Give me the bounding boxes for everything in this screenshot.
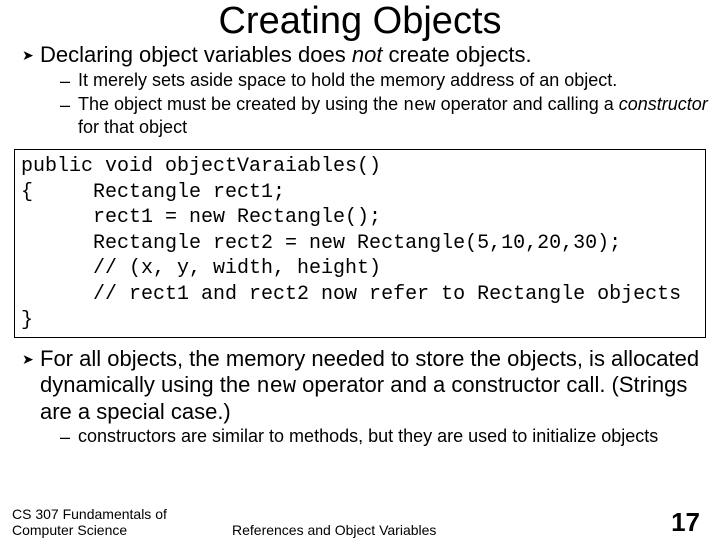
bullet-text: Declaring object variables does not crea… <box>40 42 532 67</box>
bullet-declare: ➤ Declaring object variables does not cr… <box>22 42 708 68</box>
dash-icon: – <box>60 94 78 116</box>
bullet-new-operator: – The object must be created by using th… <box>60 94 708 139</box>
dash-icon: – <box>60 70 78 92</box>
footer-topic: References and Object Variables <box>212 522 671 538</box>
page-number: 17 <box>671 507 708 538</box>
dash-icon: – <box>60 426 78 448</box>
code-example: public void objectVaraiables(){ Rectangl… <box>14 149 706 338</box>
bullet-text: It merely sets aside space to hold the m… <box>78 70 617 92</box>
bullet-space: – It merely sets aside space to hold the… <box>60 70 708 92</box>
slide-footer: CS 307 Fundamentals of Computer Science … <box>12 506 708 538</box>
footer-course: CS 307 Fundamentals of Computer Science <box>12 506 212 538</box>
bullet-all-objects: ➤ For all objects, the memory needed to … <box>22 346 708 424</box>
bullet-text: For all objects, the memory needed to st… <box>40 346 708 424</box>
bullet-constructors: – constructors are similar to methods, b… <box>60 426 708 448</box>
bullet-text: constructors are similar to methods, but… <box>78 426 658 448</box>
arrow-icon: ➤ <box>22 346 40 372</box>
arrow-icon: ➤ <box>22 42 40 68</box>
slide-title: Creating Objects <box>12 2 708 42</box>
bullet-text: The object must be created by using the … <box>78 94 708 139</box>
